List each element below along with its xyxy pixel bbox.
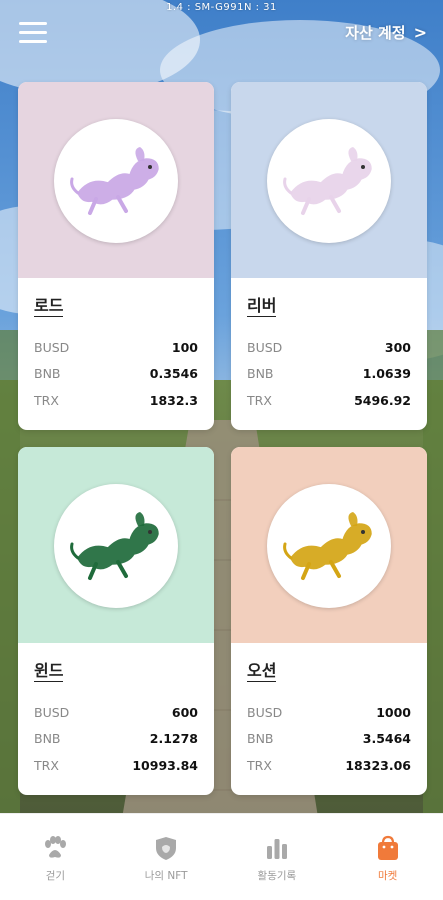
dog-illustration — [70, 147, 159, 215]
tab-label: 활동기록 — [257, 870, 297, 882]
row-label: TRX — [34, 757, 59, 773]
row-label: BUSD — [247, 339, 283, 355]
dog-illustration — [283, 147, 372, 215]
tab-market[interactable]: 마켓 — [338, 814, 438, 883]
row-value: 2.1278 — [149, 731, 198, 747]
row-value: 10993.84 — [132, 757, 198, 773]
busd-row: BUSD 600 — [34, 699, 198, 726]
bnb-row: BNB 3.5464 — [247, 726, 411, 753]
bar-chart-icon — [263, 832, 291, 864]
asset-account-label: 자산 계정 — [345, 24, 406, 42]
trx-row: TRX 18323.06 — [247, 752, 411, 779]
bnb-row: BNB 2.1278 — [34, 726, 198, 753]
tab-label: 걷기 — [45, 870, 66, 882]
row-label: BUSD — [34, 339, 70, 355]
row-value: 100 — [171, 339, 198, 355]
row-value: 300 — [384, 339, 411, 355]
row-value: 18323.06 — [345, 757, 411, 773]
tab-label: 마켓 — [377, 870, 398, 882]
row-label: TRX — [247, 757, 272, 773]
row-label: TRX — [247, 392, 272, 408]
row-value: 1000 — [376, 704, 411, 720]
tab-walk[interactable]: 걷기 — [5, 814, 105, 883]
device-debug-label: 1.4 : SM-G991N : 31 — [166, 2, 277, 13]
row-value: 600 — [171, 704, 198, 720]
row-label: BNB — [247, 366, 274, 382]
card-name: 로드 — [34, 296, 64, 317]
shield-icon — [152, 832, 180, 864]
dog-image — [267, 484, 391, 608]
chevron-right-icon: > — [413, 23, 427, 42]
row-label: BNB — [34, 731, 61, 747]
bottom-tab-bar: 걷기 나의 NFT 활동기록 마켓 — [0, 813, 443, 900]
busd-row: BUSD 300 — [247, 334, 411, 361]
nft-card[interactable]: 오션 BUSD 1000 BNB 3.5464 TRX 18323.06 — [231, 447, 427, 795]
paw-icon — [41, 832, 69, 864]
card-name: 윈드 — [34, 661, 64, 682]
dog-image — [267, 119, 391, 243]
row-label: TRX — [34, 392, 59, 408]
row-value: 5496.92 — [354, 392, 411, 408]
dog-image — [54, 484, 178, 608]
asset-account-link[interactable]: 자산 계정 > — [345, 22, 427, 43]
trx-row: TRX 5496.92 — [247, 387, 411, 414]
busd-row: BUSD 100 — [34, 334, 198, 361]
bnb-row: BNB 0.3546 — [34, 361, 198, 388]
menu-icon[interactable] — [19, 22, 47, 44]
row-label: BNB — [34, 366, 61, 382]
dog-illustration — [283, 512, 372, 580]
tab-my-nft[interactable]: 나의 NFT — [116, 814, 216, 883]
dog-image — [54, 119, 178, 243]
card-name: 오션 — [247, 661, 277, 682]
bnb-row: BNB 1.0639 — [247, 361, 411, 388]
nft-card[interactable]: 로드 BUSD 100 BNB 0.3546 TRX 1832.3 — [18, 82, 214, 430]
dog-illustration — [70, 512, 159, 580]
row-value: 1.0639 — [362, 366, 411, 382]
row-value: 1832.3 — [149, 392, 198, 408]
tab-activity[interactable]: 활동기록 — [227, 814, 327, 883]
row-label: BUSD — [247, 704, 283, 720]
row-label: BNB — [247, 731, 274, 747]
nft-card[interactable]: 리버 BUSD 300 BNB 1.0639 TRX 5496.92 — [231, 82, 427, 430]
row-label: BUSD — [34, 704, 70, 720]
tab-label: 나의 NFT — [144, 870, 188, 882]
shopping-bag-icon — [374, 832, 402, 864]
busd-row: BUSD 1000 — [247, 699, 411, 726]
nft-card[interactable]: 윈드 BUSD 600 BNB 2.1278 TRX 10993.84 — [18, 447, 214, 795]
trx-row: TRX 1832.3 — [34, 387, 198, 414]
row-value: 3.5464 — [362, 731, 411, 747]
card-name: 리버 — [247, 296, 277, 317]
trx-row: TRX 10993.84 — [34, 752, 198, 779]
row-value: 0.3546 — [149, 366, 198, 382]
